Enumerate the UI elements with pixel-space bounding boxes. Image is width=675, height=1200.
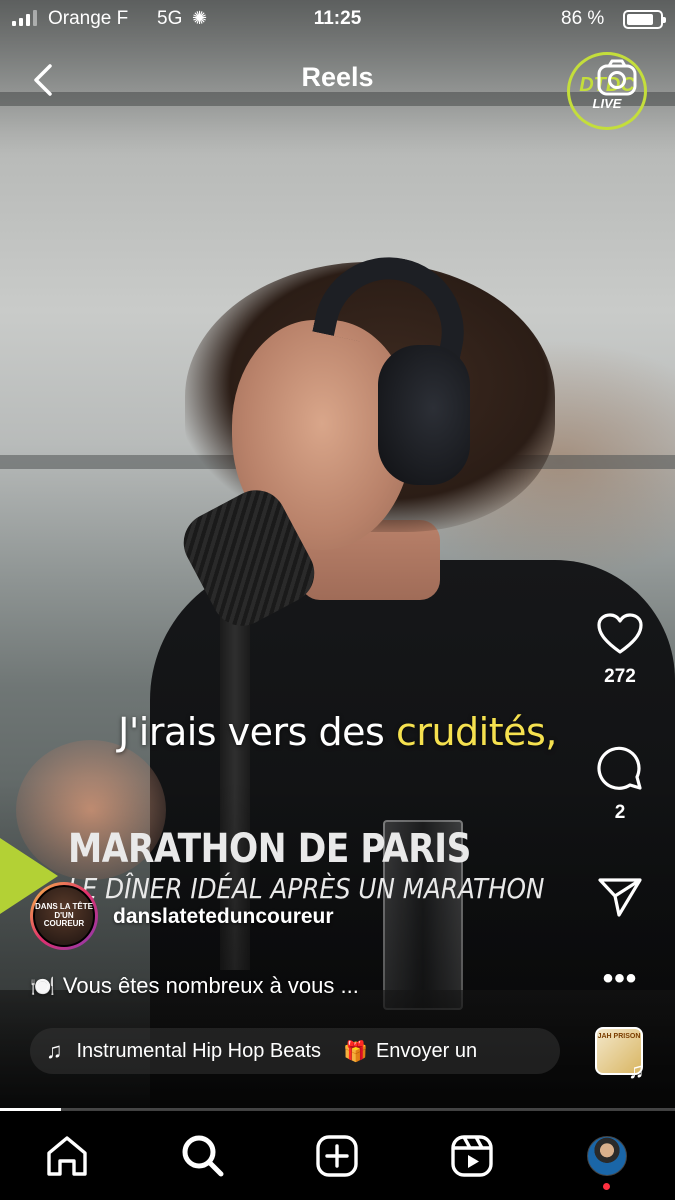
like-count: 272 (604, 666, 636, 687)
avatar-text: DANS LA TÊTE D'UN COUREUR (33, 885, 95, 947)
home-icon (47, 1136, 87, 1176)
nav-home[interactable] (44, 1133, 90, 1179)
like-button[interactable]: 272 (586, 612, 654, 688)
video-vignette (0, 0, 675, 1110)
reel-video[interactable] (0, 0, 675, 1110)
caption-text: Vous êtes nombreux à vous ... (62, 973, 359, 998)
nav-reels[interactable] (449, 1133, 495, 1179)
send-gift-label: Envoyer un (375, 1039, 478, 1062)
subtitle-text: J'irais vers des (118, 710, 396, 754)
nav-create[interactable] (314, 1133, 360, 1179)
bottom-nav (0, 1111, 675, 1200)
status-bar: Orange F 5G ✺ 11:25 86 % (0, 0, 675, 38)
share-button[interactable] (586, 876, 654, 918)
plate-icon: 🍽️ (30, 976, 55, 998)
comment-count: 2 (614, 802, 626, 823)
video-overlay-subtitle: LE DÎNER IDÉAL APRÈS UN MARATHON (68, 872, 545, 905)
comment-icon (597, 746, 642, 790)
more-options-button[interactable]: ••• (586, 962, 654, 996)
heart-icon (597, 613, 643, 654)
video-overlay-title: MARATHON DE PARIS (68, 826, 472, 872)
nav-profile[interactable] (584, 1133, 630, 1179)
battery-icon (623, 10, 666, 29)
camera-button[interactable] (595, 56, 639, 100)
comment-button[interactable]: 2 (586, 744, 654, 824)
search-icon (182, 1135, 224, 1177)
profile-avatar (587, 1136, 627, 1176)
gift-icon: 🎁 (343, 1040, 368, 1063)
send-icon (598, 878, 642, 917)
music-note-icon: ♫ (46, 1038, 63, 1063)
audio-track-name: Instrumental Hip Hop Beats (76, 1039, 322, 1062)
battery-percent: 86 % (561, 8, 605, 29)
video-subtitle: J'irais vers des crudités, (0, 710, 675, 754)
post-caption[interactable]: 🍽️ Vous êtes nombreux à vous ... (30, 973, 359, 999)
nav-search[interactable] (180, 1133, 226, 1179)
notification-dot (603, 1183, 610, 1190)
account-avatar[interactable]: DANS LA TÊTE D'UN COUREUR (30, 882, 98, 950)
subtitle-highlight: crudités, (395, 710, 557, 754)
plus-square-icon (316, 1135, 358, 1177)
audio-thumb-text: JAH PRISON (597, 1033, 641, 1040)
audio-info-pill[interactable]: ♫ Instrumental Hip Hop Beats 🎁 Envoyer u… (30, 1028, 560, 1074)
account-username[interactable]: danslateteduncoureur (113, 905, 334, 929)
reels-icon (451, 1135, 493, 1177)
camera-icon (597, 59, 637, 96)
music-note-icon: ♫ (628, 1058, 645, 1083)
